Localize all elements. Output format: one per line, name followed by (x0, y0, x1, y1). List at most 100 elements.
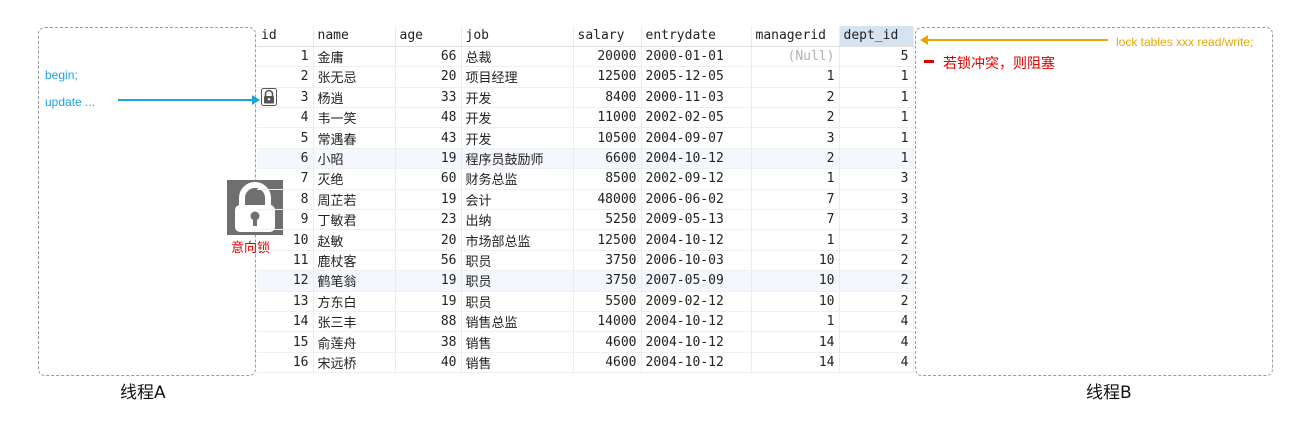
cell-salary[interactable]: 14000 (573, 311, 642, 333)
cell-age[interactable]: 20 (395, 66, 462, 88)
cell-job[interactable]: 职员 (461, 270, 574, 292)
cell-name[interactable]: 张无忌 (313, 66, 396, 88)
cell-job[interactable]: 出纳 (461, 209, 574, 231)
cell-job[interactable]: 总裁 (461, 46, 574, 68)
column-header-entrydate[interactable]: entrydate (641, 26, 752, 47)
cell-name[interactable]: 周芷若 (313, 189, 396, 211)
cell-salary[interactable]: 10500 (573, 127, 642, 149)
cell-entrydate[interactable]: 2009-05-13 (641, 209, 752, 231)
table-row[interactable]: 10 赵敏 20 市场部总监 12500 2004-10-12 1 2 (257, 229, 914, 251)
cell-id[interactable]: 11 (257, 250, 314, 272)
cell-name[interactable]: 俞莲舟 (313, 331, 396, 353)
cell-dept-id[interactable]: 3 (839, 209, 914, 231)
cell-job[interactable]: 市场部总监 (461, 229, 574, 251)
cell-entrydate[interactable]: 2002-09-12 (641, 168, 752, 190)
cell-salary[interactable]: 5500 (573, 291, 642, 312)
cell-managerid[interactable]: 14 (751, 352, 840, 374)
cell-id[interactable]: 13 (257, 291, 314, 312)
cell-managerid[interactable]: 10 (751, 291, 840, 312)
cell-job[interactable]: 职员 (461, 291, 574, 312)
cell-managerid[interactable]: 1 (751, 229, 840, 251)
cell-managerid[interactable]: 3 (751, 127, 840, 149)
cell-managerid[interactable]: 14 (751, 331, 840, 353)
column-header-salary[interactable]: salary (573, 26, 642, 47)
cell-salary[interactable]: 20000 (573, 46, 642, 68)
cell-job[interactable]: 财务总监 (461, 168, 574, 190)
column-header-managerid[interactable]: managerid (751, 26, 840, 47)
table-row[interactable]: 13 方东白 19 职员 5500 2009-02-12 10 2 (257, 291, 914, 312)
cell-name[interactable]: 张三丰 (313, 311, 396, 333)
cell-salary[interactable]: 11000 (573, 107, 642, 129)
cell-salary[interactable]: 3750 (573, 250, 642, 272)
table-row[interactable]: 14 张三丰 88 销售总监 14000 2004-10-12 1 4 (257, 311, 914, 333)
cell-dept-id[interactable]: 1 (839, 87, 914, 109)
cell-job[interactable]: 开发 (461, 87, 574, 109)
table-row[interactable]: 4 韦一笑 48 开发 11000 2002-02-05 2 1 (257, 107, 914, 129)
cell-id[interactable]: 5 (257, 127, 314, 149)
cell-age[interactable]: 33 (395, 87, 462, 109)
column-header-name[interactable]: name (313, 26, 396, 47)
cell-age[interactable]: 60 (395, 168, 462, 190)
cell-salary[interactable]: 4600 (573, 352, 642, 374)
cell-name[interactable]: 宋远桥 (313, 352, 396, 374)
cell-id[interactable]: 2 (257, 66, 314, 88)
table-row[interactable]: 12 鹤笔翁 19 职员 3750 2007-05-09 10 2 (257, 270, 914, 292)
cell-dept-id[interactable]: 3 (839, 168, 914, 190)
cell-name[interactable]: 鹤笔翁 (313, 270, 396, 292)
cell-entrydate[interactable]: 2004-10-12 (641, 229, 752, 251)
cell-entrydate[interactable]: 2006-06-02 (641, 189, 752, 211)
column-header-job[interactable]: job (461, 26, 574, 47)
cell-entrydate[interactable]: 2006-10-03 (641, 250, 752, 272)
cell-entrydate[interactable]: 2007-05-09 (641, 270, 752, 292)
cell-salary[interactable]: 48000 (573, 189, 642, 211)
table-row[interactable]: 3 杨逍 33 开发 8400 2000-11-03 2 1 (257, 87, 914, 109)
cell-salary[interactable]: 5250 (573, 209, 642, 231)
cell-managerid[interactable]: 10 (751, 270, 840, 292)
column-header-dept-id[interactable]: dept_id (839, 26, 914, 47)
cell-dept-id[interactable]: 1 (839, 107, 914, 129)
cell-entrydate[interactable]: 2000-01-01 (641, 46, 752, 68)
table-row[interactable]: 16 宋远桥 40 销售 4600 2004-10-12 14 4 (257, 352, 914, 374)
cell-managerid[interactable]: 1 (751, 168, 840, 190)
cell-managerid[interactable]: 10 (751, 250, 840, 272)
cell-name[interactable]: 丁敏君 (313, 209, 396, 231)
cell-salary[interactable]: 12500 (573, 229, 642, 251)
cell-entrydate[interactable]: 2005-12-05 (641, 66, 752, 88)
cell-job[interactable]: 职员 (461, 250, 574, 272)
cell-job[interactable]: 项目经理 (461, 66, 574, 88)
cell-name[interactable]: 韦一笑 (313, 107, 396, 129)
cell-age[interactable]: 88 (395, 311, 462, 333)
cell-entrydate[interactable]: 2009-02-12 (641, 291, 752, 312)
cell-salary[interactable]: 8400 (573, 87, 642, 109)
cell-managerid[interactable]: (Null) (751, 46, 840, 68)
cell-dept-id[interactable]: 2 (839, 291, 914, 312)
cell-age[interactable]: 23 (395, 209, 462, 231)
cell-job[interactable]: 会计 (461, 189, 574, 211)
cell-id[interactable]: 8 (257, 189, 314, 211)
cell-job[interactable]: 销售总监 (461, 311, 574, 333)
cell-name[interactable]: 杨逍 (313, 87, 396, 109)
cell-job[interactable]: 开发 (461, 127, 574, 149)
cell-managerid[interactable]: 7 (751, 189, 840, 211)
cell-name[interactable]: 赵敏 (313, 229, 396, 251)
cell-managerid[interactable]: 2 (751, 107, 840, 129)
cell-salary[interactable]: 4600 (573, 331, 642, 353)
cell-dept-id[interactable]: 2 (839, 229, 914, 251)
cell-salary[interactable]: 12500 (573, 66, 642, 88)
cell-id[interactable]: 6 (257, 148, 314, 170)
cell-name[interactable]: 小昭 (313, 148, 396, 170)
cell-dept-id[interactable]: 5 (839, 46, 914, 68)
cell-id[interactable]: 7 (257, 168, 314, 190)
cell-dept-id[interactable]: 1 (839, 66, 914, 88)
cell-id[interactable]: 10 (257, 229, 314, 251)
cell-entrydate[interactable]: 2004-10-12 (641, 311, 752, 333)
cell-managerid[interactable]: 2 (751, 148, 840, 170)
cell-dept-id[interactable]: 3 (839, 189, 914, 211)
cell-job[interactable]: 程序员鼓励师 (461, 148, 574, 170)
table-row[interactable]: 2 张无忌 20 项目经理 12500 2005-12-05 1 1 (257, 66, 914, 88)
cell-managerid[interactable]: 1 (751, 66, 840, 88)
cell-age[interactable]: 56 (395, 250, 462, 272)
cell-entrydate[interactable]: 2004-09-07 (641, 127, 752, 149)
cell-age[interactable]: 19 (395, 189, 462, 211)
cell-id[interactable]: 16 (257, 352, 314, 374)
